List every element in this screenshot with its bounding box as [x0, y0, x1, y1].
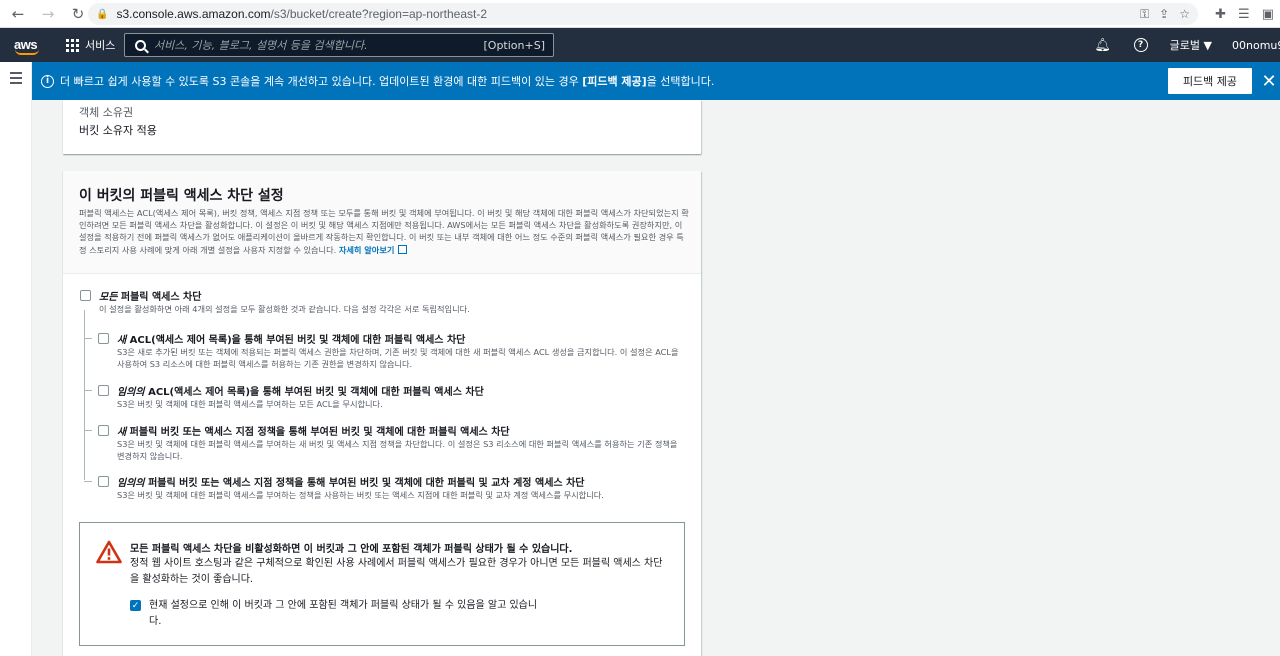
back-icon[interactable]: ← [6, 2, 30, 26]
acknowledge-checkbox[interactable]: ✓ [130, 600, 141, 611]
panel-header: 이 버킷의 퍼블릭 액세스 차단 설정 퍼블릭 액세스는 ACL(액세스 제어 … [63, 171, 701, 274]
public-warning-alert: 모든 퍼블릭 액세스 차단을 비활성화하면 이 버킷과 그 안에 포함된 객체가… [79, 522, 685, 646]
search-placeholder: 서비스, 기능, 블로그, 설명서 등을 검색합니다. [154, 39, 368, 52]
warning-title: 모든 퍼블릭 액세스 차단을 비활성화하면 이 버킷과 그 안에 포함된 객체가… [130, 544, 573, 555]
learn-more-link[interactable]: 자세히 알아보기 [339, 245, 395, 255]
panel-description: 퍼블릭 액세스는 ACL(액세스 제어 목록), 버킷 정책, 액세스 지점 정… [79, 208, 689, 255]
reading-list-icon[interactable]: ☰ [1238, 7, 1250, 22]
key-icon[interactable]: ⚿ [1140, 7, 1149, 22]
banner-message: 더 빠르고 쉽게 사용할 수 있도록 S3 콘솔을 계속 개선하고 있습니다. … [60, 75, 715, 88]
services-menu[interactable]: 서비스 [66, 37, 115, 53]
warning-body: 정적 웹 사이트 호스팅과 같은 구체적으로 확인된 사용 사례에서 퍼블릭 액… [130, 558, 663, 585]
acknowledge-label: 현재 설정으로 인해 이 버킷과 그 안에 포함된 객체가 퍼블릭 상태가 될 … [149, 600, 538, 627]
block-all-title: 모든 퍼블릭 액세스 차단 [99, 292, 202, 303]
block-all-desc: 이 설정을 활성화하면 아래 4개의 설정을 모두 활성화한 것과 같습니다. … [99, 304, 470, 314]
search-input[interactable]: 서비스, 기능, 블로그, 설명서 등을 검색합니다. [Option+S] [124, 33, 554, 57]
help-icon[interactable]: ? [1122, 38, 1160, 52]
close-icon[interactable]: ✕ [1258, 66, 1280, 96]
side-rail [0, 62, 32, 656]
block-any-acl-checkbox[interactable] [98, 385, 109, 396]
ownership-value: 버킷 소유자 적용 [79, 124, 157, 137]
services-label: 서비스 [85, 39, 116, 52]
block-new-policy-title: 새 퍼블릭 버킷 또는 액세스 지점 정책을 통해 부여된 버킷 및 객체에 대… [117, 427, 510, 438]
window-icon[interactable]: ▣ [1262, 7, 1274, 22]
menu-icon[interactable] [10, 72, 22, 87]
grid-icon [66, 38, 79, 52]
share-icon[interactable]: ⇪ [1159, 7, 1169, 21]
feedback-banner: i 더 빠르고 쉽게 사용할 수 있도록 S3 콘솔을 계속 개선하고 있습니다… [32, 62, 1280, 100]
search-shortcut: [Option+S] [483, 38, 546, 52]
block-new-acl-desc: S3은 새로 추가된 버킷 또는 객체에 적용되는 퍼블릭 액세스 권한을 차단… [117, 347, 679, 369]
region-selector[interactable]: 글로벌 ▼ [1170, 37, 1212, 53]
browser-toolbar: ← → ↻ 🔒 s3.console.aws.amazon.com/s3/buc… [0, 0, 1280, 28]
ownership-label: 객체 소유권 [79, 106, 134, 119]
star-icon[interactable]: ☆ [1179, 7, 1190, 21]
block-new-policy-checkbox[interactable] [98, 425, 109, 436]
tree-line [84, 310, 85, 480]
lock-icon: 🔒 [96, 8, 109, 20]
extensions-icon[interactable]: ✚ [1215, 7, 1226, 22]
block-any-policy-title: 임의의 퍼블릭 버킷 또는 액세스 지점 정책을 통해 부여된 버킷 및 객체에… [117, 478, 585, 489]
url-domain: s3.console.aws.amazon.com [116, 7, 271, 21]
block-new-acl-title: 새 ACL(액세스 제어 목록)을 통해 부여된 버킷 및 객체에 대한 퍼블릭… [117, 335, 466, 346]
block-new-policy-desc: S3은 버킷 및 객체에 대한 퍼블릭 액세스를 부여하는 새 버킷 및 액세스… [117, 439, 678, 461]
bell-icon[interactable]: 🔔︎ [1084, 38, 1122, 53]
aws-top-nav: aws 서비스 서비스, 기능, 블로그, 설명서 등을 검색합니다. [Opt… [0, 28, 1280, 62]
block-public-access-panel: 이 버킷의 퍼블릭 액세스 차단 설정 퍼블릭 액세스는 ACL(액세스 제어 … [63, 171, 701, 656]
info-icon: i [41, 74, 54, 88]
external-link-icon[interactable] [398, 244, 408, 254]
block-any-acl-title: 임의의 ACL(액세스 제어 목록)을 통해 부여된 버킷 및 객체에 대한 퍼… [117, 387, 484, 398]
warning-icon [96, 540, 122, 564]
aws-logo[interactable]: aws [14, 34, 42, 56]
url-path: /s3/bucket/create?region=ap-northeast-2 [270, 7, 487, 21]
address-bar[interactable]: 🔒 s3.console.aws.amazon.com/s3/bucket/cr… [88, 3, 1198, 25]
forward-icon[interactable]: → [36, 2, 60, 26]
object-ownership-panel: 객체 소유권 버킷 소유자 적용 [63, 100, 701, 154]
panel-title: 이 버킷의 퍼블릭 액세스 차단 설정 [79, 188, 284, 204]
block-any-policy-checkbox[interactable] [98, 476, 109, 487]
block-any-policy-desc: S3은 버킷 및 객체에 대한 퍼블릭 액세스를 부여하는 정책을 사용하는 버… [117, 490, 604, 500]
block-any-acl-desc: S3은 버킷 및 객체에 대한 퍼블릭 액세스를 부여하는 모든 ACL을 무시… [117, 399, 383, 409]
feedback-button[interactable]: 피드백 제공 [1168, 68, 1252, 94]
block-all-checkbox[interactable] [80, 290, 91, 301]
reload-icon[interactable]: ↻ [66, 2, 90, 26]
account-menu[interactable]: 00nomu9 [1232, 39, 1280, 52]
search-icon [135, 39, 146, 51]
block-new-acl-checkbox[interactable] [98, 333, 109, 344]
